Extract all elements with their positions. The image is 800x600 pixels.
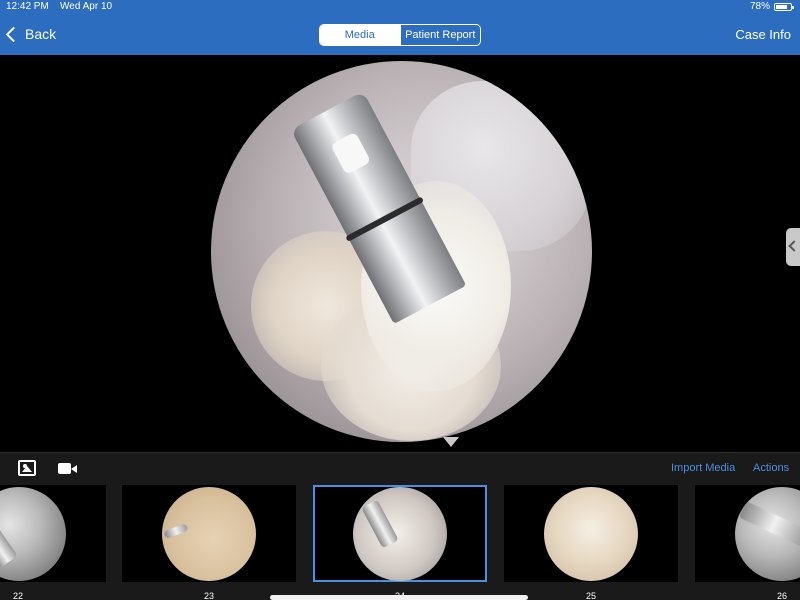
video-filter-icon[interactable] — [58, 463, 78, 475]
scroll-indicator[interactable] — [270, 595, 528, 600]
status-date: Wed Apr 10 — [60, 1, 113, 12]
media-viewer[interactable] — [0, 55, 800, 452]
thumb-instrument — [361, 498, 399, 549]
navigation-bar: Back Media Patient Report Case Info — [0, 13, 800, 55]
instrument-ring — [345, 196, 425, 242]
video-camera-lens — [71, 465, 77, 473]
tab-media[interactable]: Media — [320, 25, 400, 45]
status-bar: 12:42 PM Wed Apr 10 78% — [0, 0, 800, 13]
media-toolbar: Import Media Actions — [0, 452, 800, 484]
view-segmented-control: Media Patient Report — [319, 24, 481, 46]
thumbnail-strip[interactable]: 22 23 24 25 26 — [0, 484, 800, 600]
back-button[interactable]: Back — [4, 23, 56, 45]
thumbnail-25[interactable] — [504, 485, 678, 582]
thumbnail-image — [735, 486, 800, 581]
thumbnail-26[interactable] — [695, 485, 800, 582]
endoscopic-image — [211, 61, 592, 442]
import-media-button[interactable]: Import Media — [671, 462, 735, 474]
selection-pointer — [443, 437, 459, 447]
thumbnail-24[interactable] — [313, 485, 487, 582]
thumb-instrument — [738, 500, 800, 547]
thumbnail-image — [544, 486, 638, 581]
battery-icon — [774, 2, 794, 11]
thumbnail-22[interactable] — [0, 485, 106, 582]
thumb-instrument — [163, 522, 189, 539]
thumbnail-label: 26 — [776, 591, 787, 600]
battery-fill — [776, 4, 787, 9]
thumbnail-label: 25 — [585, 591, 596, 600]
back-label: Back — [25, 26, 57, 42]
tab-patient-report[interactable]: Patient Report — [399, 25, 481, 45]
instrument-window — [330, 131, 372, 175]
case-info-button[interactable]: Case Info — [735, 27, 791, 42]
battery-indicator: 78% — [749, 0, 794, 13]
thumbnail-label: 22 — [12, 591, 23, 600]
thumbnail-image — [162, 486, 256, 581]
thumbnail-label: 23 — [203, 591, 214, 600]
thumbnail-image — [0, 486, 66, 581]
chevron-left-icon — [5, 26, 22, 42]
status-time: 12:42 PM — [6, 1, 49, 12]
thumb-instrument — [0, 510, 18, 568]
thumbnail-image — [353, 486, 447, 581]
side-panel-handle[interactable] — [786, 228, 800, 266]
battery-percent: 78% — [749, 1, 770, 12]
thumbnail-23[interactable] — [122, 485, 296, 582]
actions-button[interactable]: Actions — [753, 462, 789, 474]
video-camera-body — [58, 463, 71, 474]
photo-filter-icon[interactable] — [18, 460, 36, 476]
